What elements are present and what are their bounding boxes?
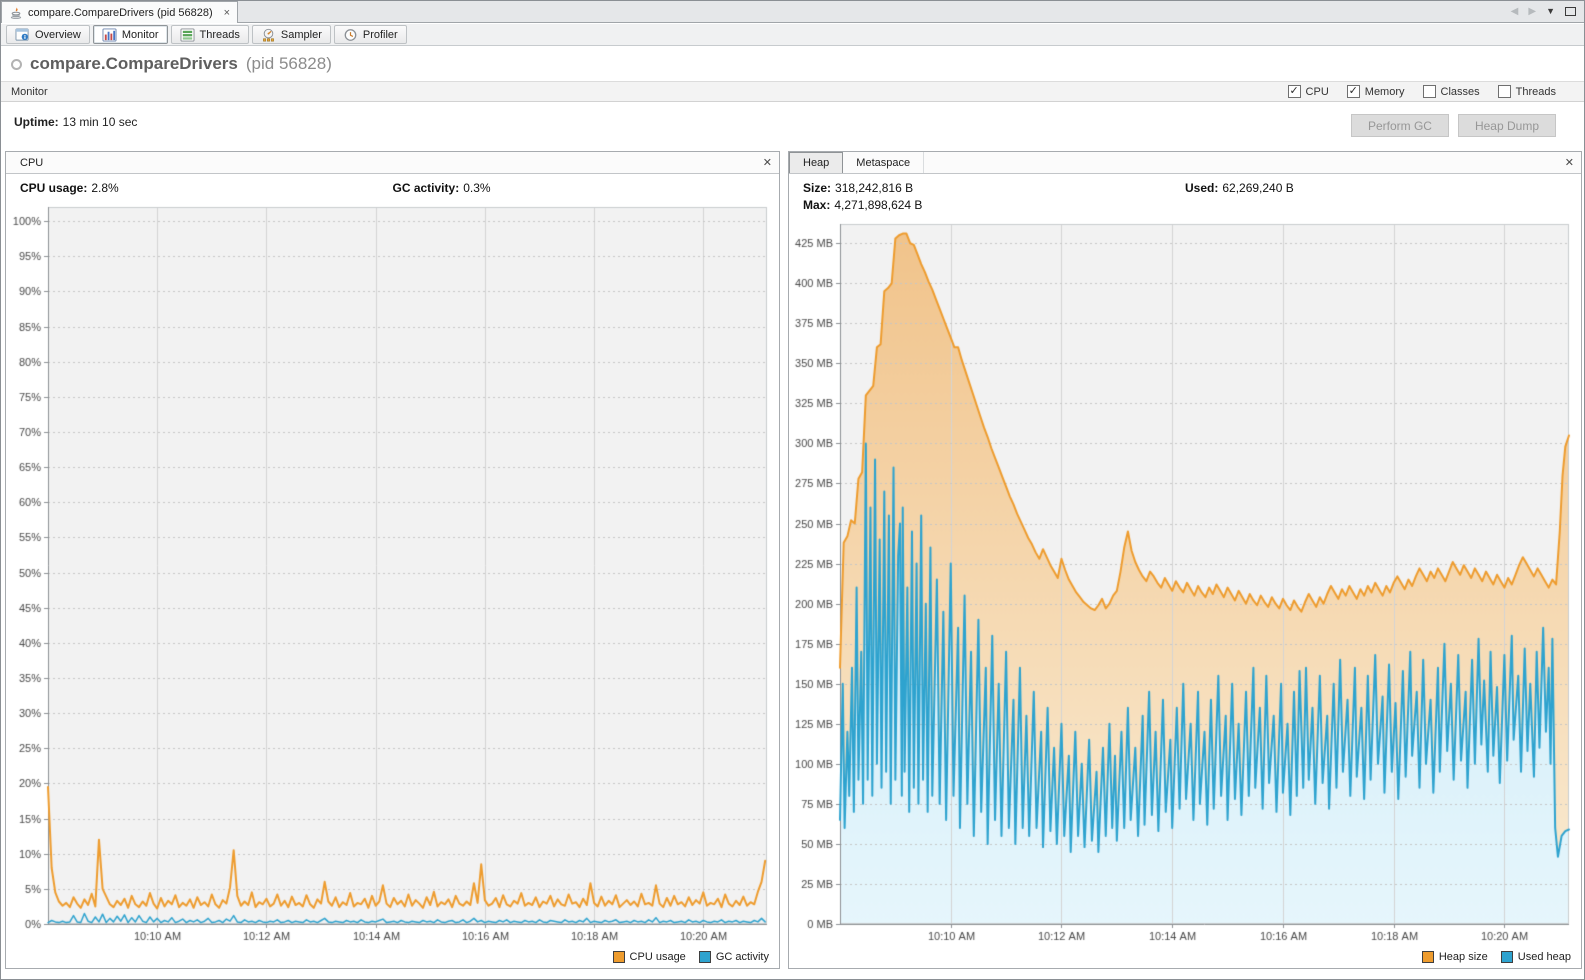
tab-overview-label: Overview <box>35 29 81 41</box>
tab-profiler-label: Profiler <box>363 29 398 41</box>
cpu-panel-tab[interactable]: CPU <box>6 152 56 173</box>
checkbox-classes[interactable]: Classes <box>1423 85 1480 98</box>
heap-stats: Size:318,242,816 B Used:62,269,240 B Max… <box>789 174 1581 218</box>
cpu-usage-swatch-icon <box>613 951 625 963</box>
monitor-section-bar: Monitor ✓ CPU ✓ Memory Classes Threads <box>1 81 1584 102</box>
document-tab-title: compare.CompareDrivers (pid 56828) <box>28 7 213 19</box>
tab-sampler[interactable]: Sampler <box>252 25 331 44</box>
tab-monitor-label: Monitor <box>122 29 159 41</box>
checkbox-memory-label: Memory <box>1365 86 1405 98</box>
metaspace-tab[interactable]: Metaspace <box>843 152 924 173</box>
perform-gc-button[interactable]: Perform GC <box>1351 114 1449 137</box>
heap-panel-tabstrip: Heap Metaspace ✕ <box>789 152 1581 174</box>
checkbox-cpu-box: ✓ <box>1288 85 1301 98</box>
heap-size-swatch-icon <box>1422 951 1434 963</box>
tab-monitor[interactable]: Monitor <box>93 25 168 44</box>
cpu-chart <box>6 201 779 948</box>
tab-sampler-label: Sampler <box>281 29 322 41</box>
checkbox-memory-box: ✓ <box>1347 85 1360 98</box>
legend-heap-size: Heap size <box>1422 951 1488 963</box>
gc-activity-stat: GC activity:0.3% <box>393 181 491 195</box>
checkbox-classes-label: Classes <box>1441 86 1480 98</box>
tab-profiler[interactable]: Profiler <box>334 25 407 44</box>
cpu-panel-tabstrip: CPU ✕ <box>6 152 779 174</box>
used-heap-swatch-icon <box>1501 951 1513 963</box>
checkbox-cpu[interactable]: ✓ CPU <box>1288 85 1329 98</box>
checkbox-classes-box <box>1423 85 1436 98</box>
tab-overview[interactable]: Overview <box>6 25 90 44</box>
checkbox-threads-box <box>1498 85 1511 98</box>
app-status-icon <box>11 59 22 70</box>
page-title-name: compare.CompareDrivers <box>30 54 238 74</box>
heap-panel-close-icon[interactable]: ✕ <box>1565 156 1574 169</box>
page-title-pid: (pid 56828) <box>246 54 332 74</box>
visualvm-window: compare.CompareDrivers (pid 56828) × ◀ ▶… <box>0 0 1585 980</box>
heap-chart-canvas <box>789 218 1581 948</box>
profiler-icon <box>343 28 358 42</box>
status-row: Uptime: 13 min 10 sec Perform GC Heap Dum… <box>1 104 1584 150</box>
cpu-legend: CPU usage GC activity <box>6 948 779 968</box>
monitor-section-label: Monitor <box>11 86 48 98</box>
heap-chart <box>789 218 1581 948</box>
uptime: Uptime: 13 min 10 sec <box>14 115 137 129</box>
uptime-label: Uptime: <box>14 115 59 129</box>
checkbox-threads[interactable]: Threads <box>1498 85 1556 98</box>
legend-gc-activity: GC activity <box>699 951 769 963</box>
heap-tab[interactable]: Heap <box>789 152 843 173</box>
cpu-stats: CPU usage:2.8% GC activity:0.3% <box>6 174 779 201</box>
view-toolbar: Overview Monitor Threads <box>1 24 1584 46</box>
tab-threads[interactable]: Threads <box>171 25 249 44</box>
cpu-chart-canvas <box>6 201 779 948</box>
document-tab-close-icon[interactable]: × <box>224 7 230 19</box>
sampler-icon <box>261 28 276 42</box>
cpu-usage-stat: CPU usage:2.8% <box>20 181 119 195</box>
monitor-icon <box>102 28 117 42</box>
heap-panel: Heap Metaspace ✕ Size:318,242,816 B Used… <box>788 151 1582 969</box>
checkbox-threads-label: Threads <box>1516 86 1556 98</box>
legend-cpu-usage: CPU usage <box>613 951 686 963</box>
heap-dump-button[interactable]: Heap Dump <box>1458 114 1556 137</box>
uptime-value: 13 min 10 sec <box>63 115 138 129</box>
legend-used-heap: Used heap <box>1501 951 1571 963</box>
checkbox-memory[interactable]: ✓ Memory <box>1347 85 1405 98</box>
tabbar-controls: ◀ ▶ ▼ <box>1511 0 1584 22</box>
document-tabbar: compare.CompareDrivers (pid 56828) × ◀ ▶… <box>1 1 1584 23</box>
cpu-panel-close-icon[interactable]: ✕ <box>763 156 772 169</box>
java-cup-icon <box>9 6 23 20</box>
document-tab[interactable]: compare.CompareDrivers (pid 56828) × <box>1 1 238 23</box>
scroll-right-icon[interactable]: ▶ <box>1528 6 1536 17</box>
monitor-checkbox-group: ✓ CPU ✓ Memory Classes Threads <box>1288 85 1574 98</box>
tab-threads-label: Threads <box>200 29 240 41</box>
scroll-left-icon[interactable]: ◀ <box>1511 6 1519 17</box>
maximize-icon[interactable] <box>1565 7 1576 16</box>
gc-buttons: Perform GC Heap Dump <box>1351 114 1556 137</box>
checkbox-cpu-label: CPU <box>1306 86 1329 98</box>
cpu-panel: CPU ✕ CPU usage:2.8% GC activity:0.3% CP… <box>5 151 780 969</box>
heap-legend: Heap size Used heap <box>789 948 1581 968</box>
overview-icon <box>15 28 30 42</box>
heap-used-stat: Used:62,269,240 B <box>1185 181 1294 195</box>
tab-list-dropdown-icon[interactable]: ▼ <box>1546 6 1555 16</box>
gc-activity-swatch-icon <box>699 951 711 963</box>
threads-icon <box>180 28 195 42</box>
heap-max-stat: Max:4,271,898,624 B <box>803 198 922 212</box>
heap-size-stat: Size:318,242,816 B <box>803 181 913 195</box>
page-title: compare.CompareDrivers (pid 56828) <box>1 49 332 79</box>
